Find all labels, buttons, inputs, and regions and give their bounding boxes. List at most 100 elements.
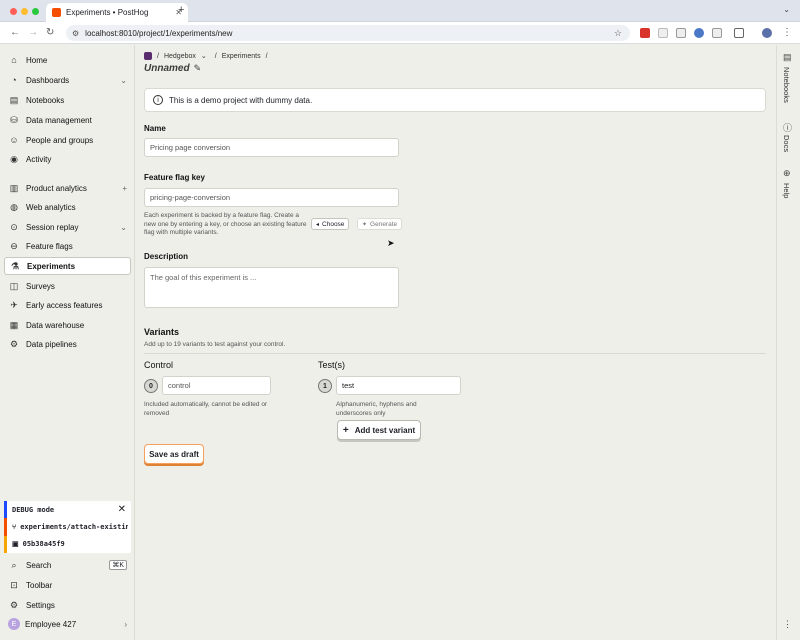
sidebar-item-experiments[interactable]: ⚗ Experiments bbox=[4, 257, 131, 275]
sidebar-item-user[interactable]: E Employee 427 › bbox=[4, 615, 131, 633]
back-icon[interactable]: ← bbox=[10, 27, 20, 38]
sidebar-item-label: Data warehouse bbox=[26, 320, 85, 330]
control-help: Included automatically, cannot be edited… bbox=[144, 401, 268, 417]
sidebar-item-surveys[interactable]: ◫ Surveys bbox=[4, 277, 131, 295]
sidebar-item-toolbar[interactable]: ⊡ Toolbar bbox=[4, 576, 131, 594]
sidebar-item-label: Notebooks bbox=[26, 95, 65, 105]
sidebar-item-session-replay[interactable]: ⊙ Session replay ⌄ bbox=[4, 218, 131, 236]
sidebar-item-data-pipelines[interactable]: ⚙ Data pipelines bbox=[4, 335, 131, 353]
debug-commit-text: 05b38a45f9 bbox=[22, 540, 65, 548]
pencil-icon[interactable]: ✎ bbox=[194, 63, 202, 73]
feature-flag-help: Each experiment is backed by a feature f… bbox=[144, 212, 307, 236]
sidebar-item-home[interactable]: ⌂ Home bbox=[4, 51, 131, 69]
right-side-panel: ▤ Notebooks ⓘ Docs ⊕ Help ⋮ bbox=[776, 45, 800, 640]
flask-icon: ⚗ bbox=[10, 260, 20, 271]
breadcrumb-separator: / bbox=[265, 52, 268, 60]
docs-icon[interactable]: ⓘ bbox=[783, 121, 792, 134]
variants-label: Variants bbox=[144, 327, 180, 337]
debug-mode-label: DEBUG mode bbox=[12, 506, 55, 514]
extension-icon[interactable] bbox=[694, 28, 704, 38]
extension-icon[interactable] bbox=[640, 28, 650, 38]
breadcrumb-separator: / bbox=[157, 52, 159, 60]
search-icon: ⌕ bbox=[11, 559, 17, 570]
chevron-down-icon[interactable]: ⌄ bbox=[120, 223, 127, 232]
forward-icon[interactable]: → bbox=[28, 27, 38, 38]
toolbar-icon: ⊡ bbox=[10, 579, 18, 590]
generate-flag-button[interactable]: ✦ Generate bbox=[357, 218, 403, 230]
notebook-icon[interactable]: ▤ bbox=[783, 52, 792, 63]
sidebar-item-feature-flags[interactable]: ⊖ Feature flags bbox=[4, 237, 131, 255]
divider bbox=[144, 353, 766, 354]
description-textarea[interactable]: The goal of this experiment is ... bbox=[144, 267, 399, 308]
sidebar-item-dashboards[interactable]: ◔ Dashboards ⌄ bbox=[4, 71, 131, 89]
chevron-down-icon[interactable]: ⌄ bbox=[201, 52, 207, 60]
site-info-icon[interactable]: ⚙ bbox=[72, 29, 79, 38]
chevron-down-icon[interactable]: ⌄ bbox=[120, 76, 127, 85]
debug-bar-blue bbox=[4, 501, 7, 518]
add-test-variant-button[interactable]: + Add test variant bbox=[337, 420, 421, 440]
name-input[interactable]: Pricing page conversion bbox=[144, 138, 399, 157]
control-label: Control bbox=[144, 360, 174, 370]
sidebar-item-label: Settings bbox=[26, 600, 55, 610]
close-window-button[interactable] bbox=[10, 8, 17, 15]
test-variant-input[interactable]: test bbox=[336, 376, 461, 395]
sidebar-item-data-warehouse[interactable]: ▦ Data warehouse bbox=[4, 316, 131, 334]
new-tab-icon[interactable]: + bbox=[178, 4, 184, 16]
name-label: Name bbox=[144, 124, 166, 133]
rail-docs-tab[interactable]: Docs bbox=[782, 135, 791, 152]
sidebar-item-data-management[interactable]: ⛁ Data management bbox=[4, 111, 131, 129]
description-label: Description bbox=[144, 252, 189, 261]
sidebar-item-early-access[interactable]: ✈ Early access features bbox=[4, 296, 131, 314]
breadcrumb-experiments[interactable]: Experiments bbox=[222, 53, 261, 60]
sidebar-item-product-analytics[interactable]: ▥ Product analytics + bbox=[4, 179, 131, 197]
extensions-puzzle-icon[interactable] bbox=[734, 28, 744, 38]
sidebar-item-activity[interactable]: ◉ Activity bbox=[4, 150, 131, 168]
breadcrumb-project[interactable]: Hedgebox bbox=[164, 53, 196, 60]
chevron-right-icon[interactable]: › bbox=[124, 620, 127, 629]
people-icon: ☺ bbox=[9, 135, 19, 145]
tab-list-chevron-icon[interactable]: ⌄ bbox=[783, 5, 790, 14]
reload-icon[interactable]: ↻ bbox=[46, 27, 54, 38]
sidebar-item-label: Experiments bbox=[27, 261, 76, 271]
save-as-draft-button[interactable]: Save as draft bbox=[144, 444, 204, 464]
more-icon[interactable]: ⋮ bbox=[783, 619, 792, 630]
plus-icon[interactable]: + bbox=[122, 184, 127, 193]
close-icon[interactable]: ✕ bbox=[118, 504, 126, 515]
bookmark-star-icon[interactable]: ☆ bbox=[614, 28, 622, 39]
sidebar-item-settings[interactable]: ⚙ Settings bbox=[4, 596, 131, 614]
feature-flag-key-input[interactable]: pricing-page-conversion bbox=[144, 188, 399, 207]
sidebar-item-label: Activity bbox=[26, 154, 52, 164]
globe-icon: ◍ bbox=[10, 201, 18, 212]
sidebar-item-label: Search bbox=[26, 560, 52, 570]
avatar: E bbox=[8, 618, 20, 630]
activity-icon: ◉ bbox=[10, 153, 18, 164]
sidebar-item-notebooks[interactable]: ▤ Notebooks bbox=[4, 91, 131, 109]
maximize-window-button[interactable] bbox=[32, 8, 39, 15]
rail-notebooks-tab[interactable]: Notebooks bbox=[782, 67, 791, 103]
browser-tab[interactable]: Experiments • PostHog ✕ bbox=[46, 3, 188, 22]
address-bar[interactable]: ⚙ localhost:8010/project/1/experiments/n… bbox=[66, 25, 630, 41]
browser-menu-icon[interactable]: ⋮ bbox=[782, 27, 792, 38]
toggle-icon: ⊖ bbox=[10, 240, 18, 251]
extension-icon[interactable] bbox=[712, 28, 722, 38]
sidebar-item-label: Home bbox=[26, 55, 48, 65]
sparkle-icon: ✦ bbox=[362, 221, 368, 228]
tests-label: Test(s) bbox=[318, 360, 345, 370]
choose-flag-button[interactable]: ◂ Choose bbox=[311, 218, 350, 230]
sidebar-item-label: People and groups bbox=[26, 135, 94, 145]
browser-tab-bar: Experiments • PostHog ✕ + ⌄ bbox=[0, 0, 800, 22]
help-icon[interactable]: ⊕ bbox=[783, 168, 791, 179]
extension-icon[interactable] bbox=[658, 28, 668, 38]
debug-panel: DEBUG mode ✕ ⑂ experiments/attach-existin… bbox=[4, 501, 131, 553]
feature-flag-key-label: Feature flag key bbox=[144, 173, 205, 182]
minimize-window-button[interactable] bbox=[21, 8, 28, 15]
chat-icon: ◫ bbox=[9, 280, 19, 291]
sidebar-item-web-analytics[interactable]: ◍ Web analytics bbox=[4, 198, 131, 216]
sidebar-item-people[interactable]: ☺ People and groups bbox=[4, 131, 131, 149]
sidebar-item-search[interactable]: ⌕ Search ⌘K bbox=[4, 556, 131, 574]
extension-icon[interactable] bbox=[676, 28, 686, 38]
profile-icon[interactable] bbox=[762, 28, 772, 38]
rail-help-tab[interactable]: Help bbox=[782, 183, 791, 198]
dashboard-icon: ◔ bbox=[11, 75, 17, 85]
database-icon: ⛁ bbox=[10, 114, 18, 125]
